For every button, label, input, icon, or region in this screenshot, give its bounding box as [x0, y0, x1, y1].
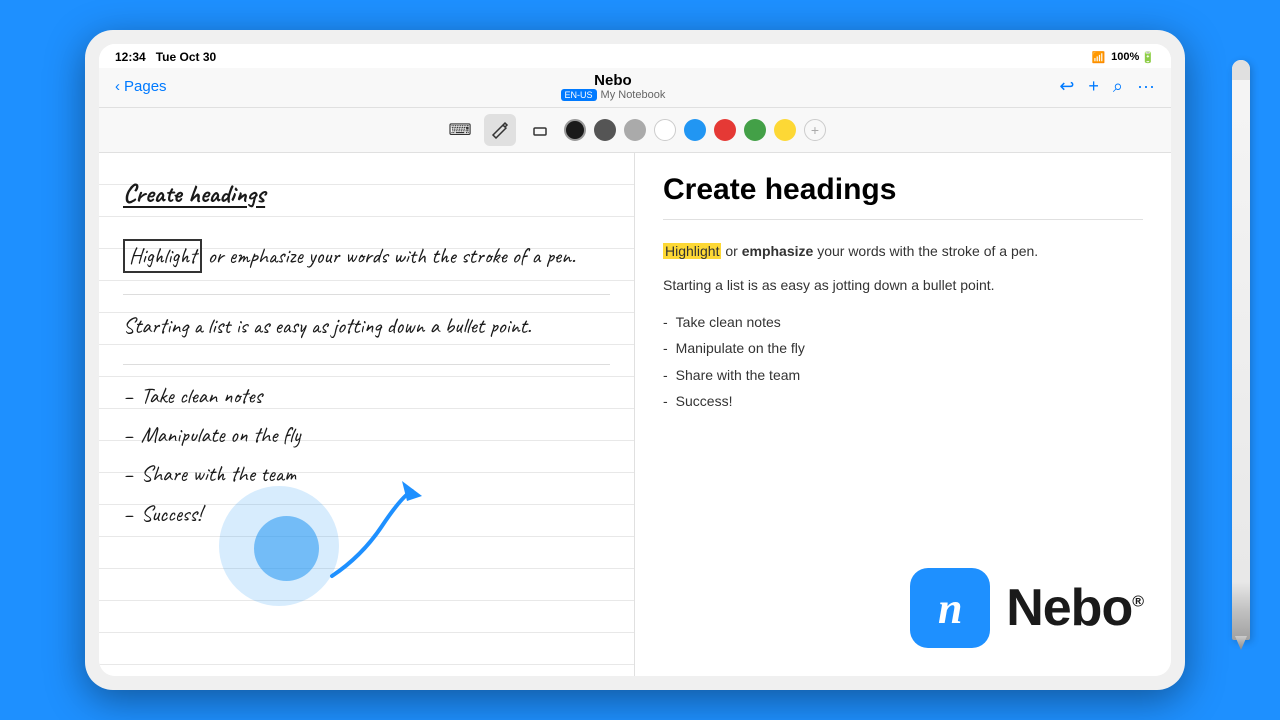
app-title: Nebo	[561, 72, 666, 89]
language-badge: EN-US	[561, 89, 597, 101]
list-dash: -	[663, 364, 668, 386]
list-dash: -	[663, 390, 668, 412]
hw-highlight-word: Highlight	[123, 239, 202, 273]
hw-bullet-4: – Success!	[123, 497, 610, 532]
hw-bullet-2: – Manipulate on the fly	[123, 418, 610, 453]
back-button[interactable]: ‹ Pages	[115, 78, 167, 95]
hw-bullet-1-text: Take clean notes	[141, 379, 262, 414]
status-bar: 12:34 Tue Oct 30 📶 100% 🔋	[99, 44, 1171, 68]
drawing-toolbar: ⌨ +	[99, 108, 1171, 153]
chevron-left-icon: ‹	[115, 78, 120, 95]
hw-heading: Create headings	[123, 173, 610, 215]
registered-mark: ®	[1132, 594, 1143, 611]
battery-indicator: 100% 🔋	[1111, 51, 1155, 64]
color-dark-gray[interactable]	[594, 119, 616, 141]
bullet-dash: –	[123, 418, 133, 453]
ipad-device: 12:34 Tue Oct 30 📶 100% 🔋 ‹ Pages	[85, 30, 1185, 690]
navigation-bar: ‹ Pages Nebo EN-US My Notebook ↩ + ⌕ ···	[99, 68, 1171, 108]
bullet-dash: –	[123, 379, 133, 414]
bullet-dash: –	[123, 497, 133, 532]
time: 12:34	[115, 50, 146, 64]
keyboard-tool[interactable]: ⌨	[444, 114, 476, 146]
color-white[interactable]	[654, 119, 676, 141]
hw-paragraph-2: Starting a list is as easy as jotting do…	[123, 309, 610, 344]
rendered-paragraph-2: Starting a list is as easy as jotting do…	[663, 274, 1143, 296]
nebo-branding: n Nebo®	[910, 568, 1143, 648]
ipad-screen: 12:34 Tue Oct 30 📶 100% 🔋 ‹ Pages	[99, 44, 1171, 676]
nebo-logo-letter: n	[938, 583, 962, 634]
nebo-logo-icon: n	[910, 568, 990, 648]
nebo-wordmark: Nebo®	[1006, 578, 1143, 638]
hw-bullet-3-text: Share with the team	[141, 457, 296, 492]
hw-bullet-4-text: Success!	[141, 497, 202, 532]
color-light-gray[interactable]	[624, 119, 646, 141]
eraser-tool[interactable]	[524, 114, 556, 146]
content-area: Create headings Highlight or emphasize y…	[99, 153, 1171, 676]
more-button[interactable]: ···	[1137, 76, 1155, 97]
hw-bullet-2-text: Manipulate on the fly	[141, 418, 301, 453]
rendered-body: Highlight or emphasize your words with t…	[663, 240, 1143, 414]
status-indicators: 📶 100% 🔋	[1091, 51, 1155, 64]
back-label[interactable]: Pages	[124, 78, 167, 95]
section-divider-2	[123, 364, 610, 365]
list-item-2: - Manipulate on the fly	[663, 335, 1143, 361]
rendered-list: - Take clean notes - Manipulate on the f…	[663, 309, 1143, 415]
list-dash: -	[663, 337, 668, 359]
color-black[interactable]	[564, 119, 586, 141]
hw-bullet-1: – Take clean notes	[123, 379, 610, 414]
color-yellow[interactable]	[774, 119, 796, 141]
hw-paragraph1-rest: or emphasize your words with the stroke …	[202, 242, 575, 270]
section-divider-1	[123, 294, 610, 295]
hw-bullets: – Take clean notes – Manipulate on the f…	[123, 379, 610, 532]
bold-text: emphasize	[742, 243, 814, 259]
undo-button[interactable]: ↩	[1059, 76, 1074, 97]
hw-paragraph-1: Highlight or emphasize your words with t…	[123, 239, 610, 274]
color-green[interactable]	[744, 119, 766, 141]
rendered-heading: Create headings	[663, 173, 1143, 220]
wifi-icon: 📶	[1091, 51, 1105, 64]
date: Tue Oct 30	[156, 50, 216, 64]
handwriting-content: Create headings Highlight or emphasize y…	[123, 173, 610, 532]
notebook-name: My Notebook	[601, 89, 666, 101]
pen-tool[interactable]	[484, 114, 516, 146]
hw-bullet-3: – Share with the team	[123, 457, 610, 492]
list-item-4: - Success!	[663, 388, 1143, 414]
add-button[interactable]: +	[1088, 76, 1099, 97]
list-dash: -	[663, 311, 668, 333]
handwriting-panel: Create headings Highlight or emphasize y…	[99, 153, 635, 676]
bullet-dash: –	[123, 457, 133, 492]
rendered-paragraph-1: Highlight or emphasize your words with t…	[663, 240, 1143, 262]
nav-center: Nebo EN-US My Notebook	[561, 72, 666, 101]
list-item-4-text: Success!	[676, 390, 733, 412]
list-item-3-text: Share with the team	[676, 364, 801, 386]
list-item-3: - Share with the team	[663, 362, 1143, 388]
search-button[interactable]: ⌕	[1113, 76, 1123, 97]
add-color-button[interactable]: +	[804, 119, 826, 141]
apple-pencil	[1232, 60, 1250, 640]
list-item-2-text: Manipulate on the fly	[676, 337, 805, 359]
list-item-1-text: Take clean notes	[676, 311, 781, 333]
color-blue[interactable]	[684, 119, 706, 141]
nav-subtitle: EN-US My Notebook	[561, 89, 666, 101]
status-time-date: 12:34 Tue Oct 30	[115, 50, 216, 64]
nav-actions: ↩ + ⌕ ···	[1059, 76, 1155, 97]
color-red[interactable]	[714, 119, 736, 141]
list-item-1: - Take clean notes	[663, 309, 1143, 335]
scene: 12:34 Tue Oct 30 📶 100% 🔋 ‹ Pages	[0, 0, 1280, 720]
rendered-panel: Create headings Highlight or emphasize y…	[635, 153, 1171, 676]
highlight-text: Highlight	[663, 243, 721, 259]
